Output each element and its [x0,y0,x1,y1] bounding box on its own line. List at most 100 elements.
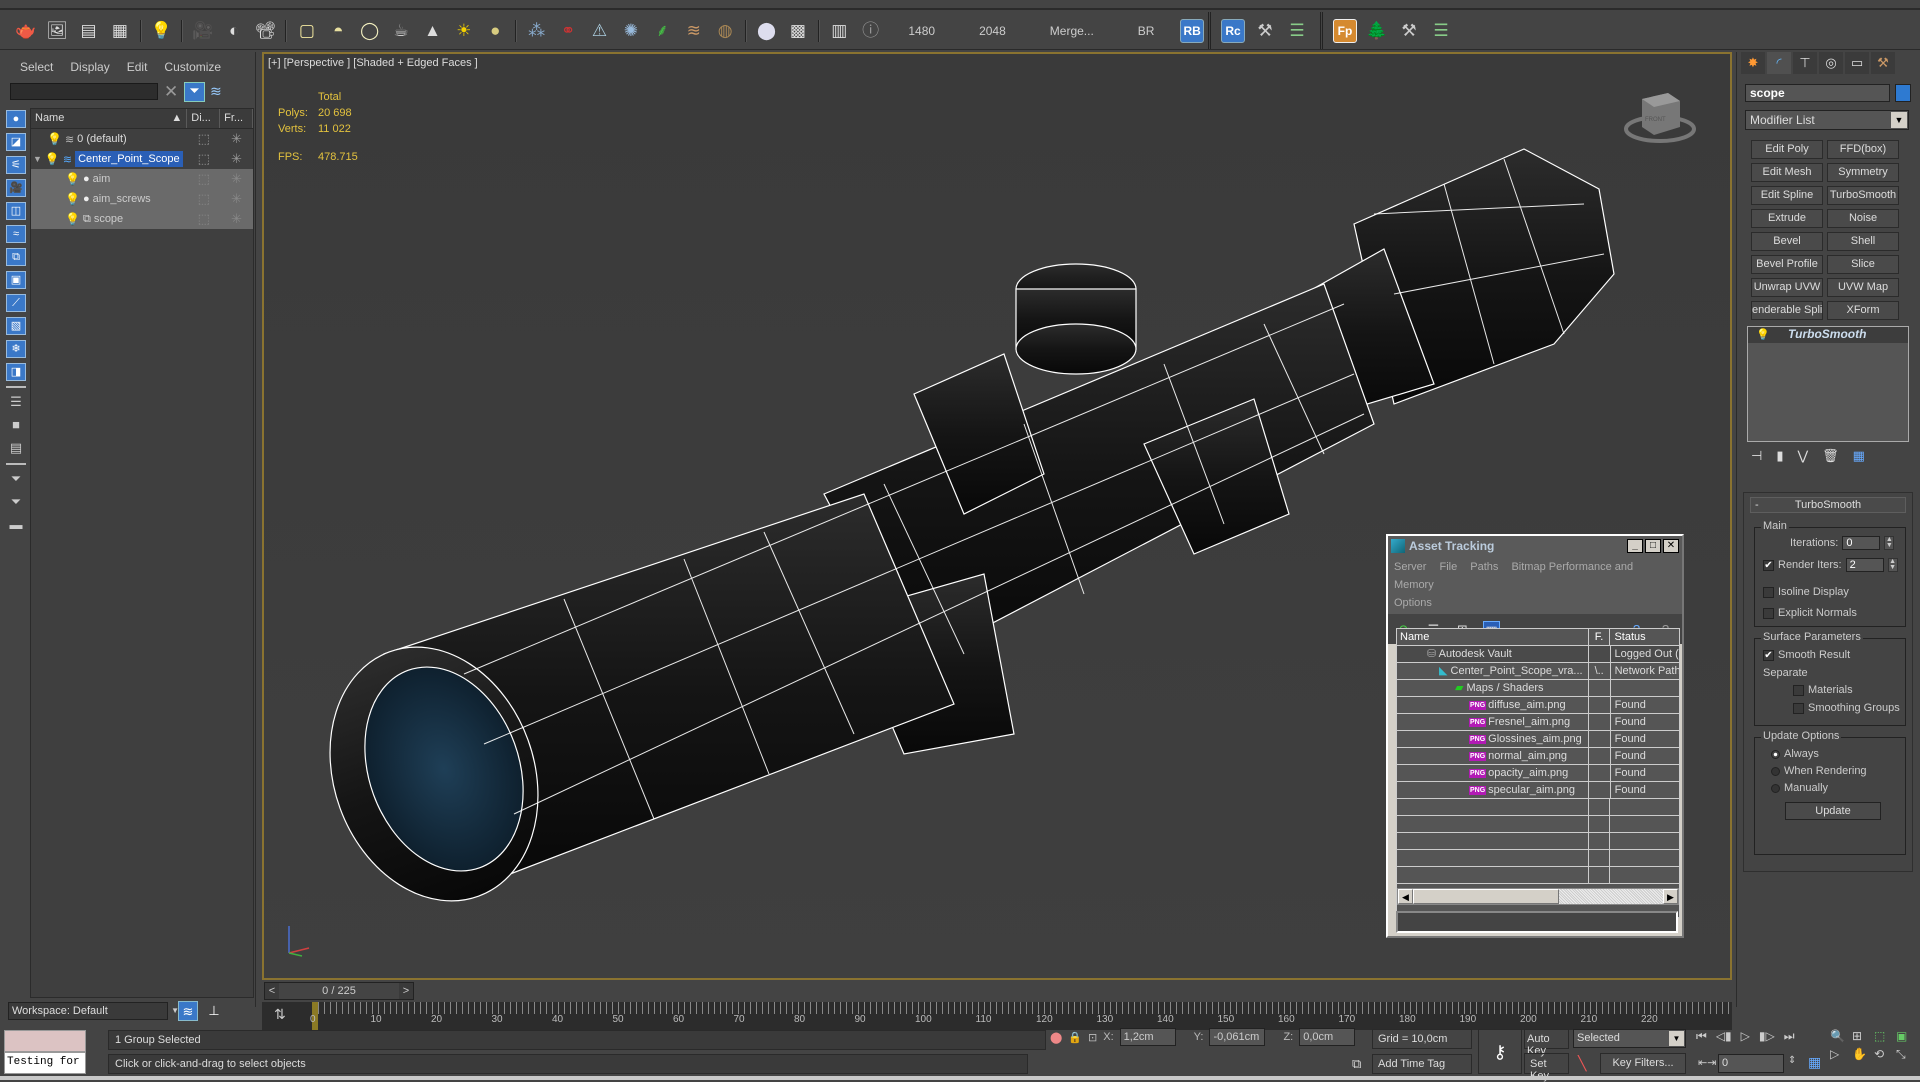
time-slider[interactable]: < 0 / 225 > [264,982,414,1000]
visibility-bulb-icon[interactable]: 💡 [45,152,60,166]
next-frame-icon[interactable]: ▮▷ [1759,1029,1775,1044]
maxscript-output[interactable] [4,1030,86,1052]
filter-funnel-icon[interactable]: ⏷ [6,471,26,489]
sun-icon[interactable]: ☀ [452,19,475,43]
shapes-filter-icon[interactable]: ◪ [6,133,26,151]
update-button[interactable]: Update [1785,802,1881,820]
previous-frame-icon[interactable]: ◁▮ [1716,1029,1732,1044]
freeze-icon[interactable]: ✳ [220,189,253,209]
zoom-icon[interactable]: 🔍 [1830,1029,1850,1043]
camera-target-icon[interactable]: ◐ [222,19,245,43]
modifier-on-bulb-icon[interactable]: 💡 [1756,328,1770,341]
manually-radio[interactable] [1771,783,1780,793]
pin-stack-icon[interactable]: ⊣ [1751,448,1762,464]
lock-selection-icon[interactable]: 🔒 [1068,1031,1082,1044]
go-to-end-icon[interactable]: ⏭ [1784,1029,1795,1044]
disc-light-icon[interactable]: ● [484,19,507,43]
menu-file[interactable]: File [1439,561,1457,573]
clear-search-icon[interactable]: ✕ [164,82,178,102]
field-of-view-icon[interactable]: ▷ [1830,1047,1850,1062]
rc-button[interactable]: Rc [1221,18,1245,43]
freeze-icon[interactable]: ✳ [220,129,253,149]
horizontal-scrollbar[interactable]: ◀ ▶ [1397,888,1679,905]
next-frame-button[interactable]: > [399,985,413,997]
menu-server[interactable]: Server [1394,561,1426,573]
light-lister-icon[interactable]: 💡 [150,19,173,43]
menu-customize[interactable]: Customize [164,60,221,74]
hair-hf-icon[interactable]: ≋ [682,19,705,43]
play-icon[interactable]: ▷ [1741,1029,1750,1044]
tools-icon[interactable]: ⚒ [1397,19,1421,43]
edit-poly-button[interactable]: Edit Poly [1751,140,1823,159]
scene-search-input[interactable] [10,83,158,100]
tree-row[interactable]: 💡 ● aim_screws ⬚ ✳ [31,189,253,209]
spinner-arrows-icon[interactable]: ▲ ▼ [1887,558,1898,572]
br-button[interactable]: BR [1120,24,1173,38]
bevel-profile-button[interactable]: Bevel Profile [1751,255,1823,274]
iterations-spinner[interactable]: 0 [1842,536,1881,550]
layer-manager-icon[interactable]: ▦ [108,19,131,43]
viewport-label[interactable]: [+] [Perspective ] [Shaded + Edged Faces… [268,57,478,69]
curve-editor-icon[interactable]: ⇅ [274,1006,286,1023]
motion-tab-icon[interactable]: ◎ [1819,52,1843,74]
visibility-bulb-icon[interactable]: 💡 [65,212,80,226]
edit-mesh-button[interactable]: Edit Mesh [1751,163,1823,182]
orbit-icon[interactable]: ⟲ [1874,1047,1894,1062]
xform-button[interactable]: XForm [1827,301,1899,320]
asset-row[interactable]: PNG opacity_aim.png Found [1397,765,1679,782]
scrollbar-thumb[interactable] [1413,889,1559,904]
particles-icon[interactable]: ⁂ [525,19,548,43]
containers-filter-icon[interactable]: ▧ [6,317,26,335]
always-radio[interactable] [1771,749,1780,759]
edit-spline-button[interactable]: Edit Spline [1751,186,1823,205]
close-button[interactable]: ✕ [1663,539,1679,553]
forest-icon[interactable]: 🌲 [1365,19,1389,43]
menu-edit[interactable]: Edit [127,60,148,74]
remove-modifier-icon[interactable]: 🗑 [1822,448,1839,464]
tripod-icon[interactable]: ⚠ [588,19,611,43]
molecule-icon[interactable]: ⚭ [556,19,579,43]
material-browser-icon[interactable]: ▩ [786,19,809,43]
zoom-extents-icon[interactable]: ⬚ [1874,1029,1894,1043]
help-icon[interactable]: ⓘ [859,19,882,43]
tools-icon[interactable]: ⚒ [1253,19,1277,43]
helpers-filter-icon[interactable]: ◫ [6,202,26,220]
maximize-button[interactable]: □ [1645,539,1661,553]
material-sphere-icon[interactable]: ⬤ [755,19,778,43]
scroll-right-icon[interactable]: ▶ [1663,889,1678,904]
frame-spinner-icon[interactable]: ⇕ [1788,1055,1796,1066]
smooth-result-checkbox[interactable]: ✔ [1763,649,1774,661]
camera-icon[interactable]: 🎥 [191,19,214,43]
window-crossing-icon[interactable]: ⧉ [1352,1056,1361,1072]
symmetry-button[interactable]: Symmetry [1827,163,1899,182]
zoom-extents-all-icon[interactable]: ▣ [1896,1029,1916,1043]
stack-item-turbosmooth[interactable]: 💡 TurboSmooth [1748,327,1908,343]
scene-explorer-icon[interactable]: ▤ [77,19,100,43]
asset-row[interactable]: PNG diffuse_aim.png Found [1397,697,1679,714]
bevel-button[interactable]: Bevel [1751,232,1823,251]
tree-row[interactable]: 💡 ⧉ scope ⬚ ✳ [31,209,253,229]
tree-row[interactable]: 💡 ≋ 0 (default) ⬚ ✳ [31,129,253,149]
create-tab-icon[interactable]: ✸ [1741,52,1765,74]
freeze-icon[interactable]: ✳ [220,209,253,229]
xrefs-filter-icon[interactable]: ▣ [6,271,26,289]
visibility-bulb-icon[interactable]: 💡 [65,192,80,206]
display-box-icon[interactable]: ⬚ [187,169,221,189]
freeze-icon[interactable]: ✳ [220,149,253,169]
key-mode-toggle-icon[interactable]: ⇤⇥ [1698,1056,1716,1069]
materials-checkbox[interactable] [1793,684,1804,696]
column-display[interactable]: Di... [187,109,221,128]
cameras-filter-icon[interactable]: 🎥 [6,179,26,197]
slice-button[interactable]: Slice [1827,255,1899,274]
visibility-bulb-icon[interactable]: 💡 [65,172,80,186]
layer-explorer-icon[interactable]: ≋ [178,1001,198,1021]
menu-bitmap-performance[interactable]: Bitmap Performance and Memory [1394,561,1633,591]
filter-options-icon[interactable]: ⏷ [6,494,26,512]
fp-button[interactable]: Fp [1333,18,1357,43]
modify-tab-icon[interactable]: ◜ [1767,52,1791,74]
time-configuration-icon[interactable]: ▦ [1808,1054,1821,1071]
spinner-arrows-icon[interactable]: ▲ ▼ [1884,536,1895,550]
asset-row[interactable]: PNG normal_aim.png Found [1397,748,1679,765]
zoom-all-icon[interactable]: ⊞ [1852,1029,1872,1043]
geometry-filter-icon[interactable]: ● [6,110,26,128]
